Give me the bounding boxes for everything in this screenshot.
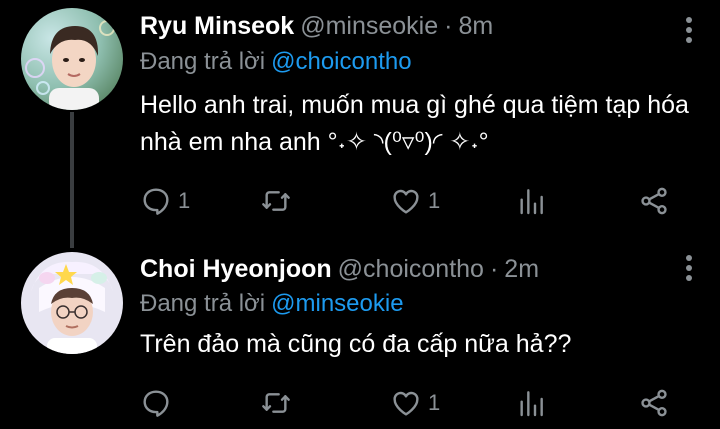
mention-link[interactable]: @minseokie (271, 290, 403, 317)
like-button[interactable]: 1 (390, 184, 440, 218)
action-bar: 1 1 (140, 184, 680, 218)
retweet-button[interactable] (260, 184, 298, 218)
share-icon (641, 389, 667, 417)
tweet-text: Trên đảo mà cũng có đa cấp nữa hả?? (140, 330, 572, 358)
reply-icon (143, 390, 169, 417)
retweet-icon (262, 393, 290, 413)
username[interactable]: @choicontho (338, 255, 484, 283)
avatar[interactable] (21, 252, 123, 354)
reply-count: 1 (178, 188, 191, 213)
reply-icon (143, 188, 169, 215)
like-count: 1 (428, 390, 441, 415)
tweet[interactable]: Ryu Minseok @minseokie · 8m Đang trả lời @ch… (0, 0, 720, 248)
tweet-header: Ryu Minseok @minseokie · 8m (140, 11, 493, 41)
retweet-icon (262, 191, 290, 211)
reply-button[interactable]: 1 (140, 184, 190, 218)
replying-to: Đang trả lời @choicontho (140, 47, 412, 77)
tweet[interactable]: Choi Hyeonjoon @choicontho · 2m Đang trả lờ… (0, 232, 720, 429)
username[interactable]: @minseokie (300, 12, 438, 40)
replying-to: Đang trả lời @minseokie (140, 289, 404, 319)
tweet-text: Hello anh trai, muốn mua gì ghé qua tiệm… (140, 91, 689, 156)
action-bar: 1 (140, 386, 680, 420)
mention-link[interactable]: @choicontho (271, 48, 411, 75)
share-button[interactable] (638, 184, 670, 218)
timestamp[interactable]: 8m (458, 12, 493, 40)
like-button[interactable]: 1 (390, 386, 440, 420)
separator: · (489, 255, 499, 283)
timestamp[interactable]: 2m (504, 255, 539, 283)
analytics-button[interactable] (515, 386, 547, 420)
share-button[interactable] (638, 386, 670, 420)
analytics-icon (520, 189, 543, 215)
thread-line (70, 112, 74, 248)
replying-to-label: Đang trả lời (140, 290, 266, 317)
replying-to-label: Đang trả lời (140, 48, 266, 75)
display-name[interactable]: Ryu Minseok (140, 12, 294, 40)
analytics-icon (520, 391, 543, 417)
tweet-header: Choi Hyeonjoon @choicontho · 2m (140, 254, 539, 284)
share-icon (641, 187, 667, 215)
more-icon[interactable] (686, 17, 694, 47)
display-name[interactable]: Choi Hyeonjoon (140, 255, 332, 283)
separator: · (444, 12, 453, 40)
more-icon[interactable] (686, 255, 694, 285)
reply-button[interactable] (140, 386, 178, 420)
retweet-button[interactable] (260, 386, 298, 420)
like-icon (393, 189, 419, 214)
analytics-button[interactable] (515, 184, 547, 218)
like-icon (393, 391, 419, 416)
like-count: 1 (428, 188, 441, 213)
avatar[interactable] (21, 8, 123, 110)
